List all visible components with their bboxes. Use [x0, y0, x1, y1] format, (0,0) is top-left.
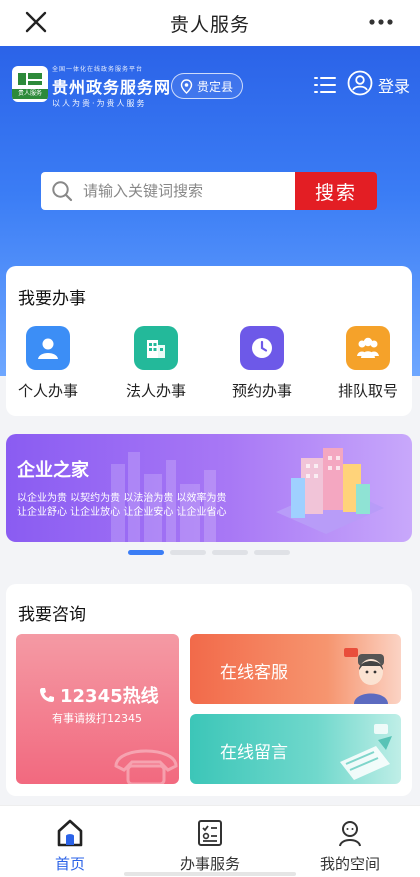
checklist-icon: [198, 820, 222, 846]
service-queue-number[interactable]: 排队取号: [328, 326, 408, 401]
group-icon: [346, 326, 390, 370]
hotline-subtitle: 有事请拨打12345: [52, 712, 142, 725]
site-logo: 贵人服务: [12, 66, 48, 102]
search-button[interactable]: 搜索: [295, 172, 377, 210]
location-label: 贵定县: [197, 79, 234, 94]
page-title: 贵人服务: [169, 13, 250, 36]
more-icon[interactable]: [368, 13, 394, 31]
online-service-card[interactable]: 在线客服: [190, 634, 401, 704]
online-service-label: 在线客服: [220, 663, 288, 683]
tab-services[interactable]: 办事服务: [140, 806, 280, 877]
clock-icon: [240, 326, 284, 370]
search-input[interactable]: [81, 181, 271, 201]
services-title: 我要办事: [18, 289, 86, 309]
search-field[interactable]: [41, 172, 295, 210]
login-button[interactable]: 登录: [378, 73, 410, 97]
services-card: 我要办事 个人办事 法人办事 预约办事 排队取号: [6, 266, 412, 416]
home-indicator: [124, 872, 296, 876]
telephone-graphic: [114, 749, 178, 784]
hotline-card[interactable]: 12345热线 有事请拨打12345: [16, 634, 179, 784]
location-selector[interactable]: 贵定县: [171, 73, 243, 99]
online-message-card[interactable]: 在线留言: [190, 714, 401, 784]
customer-service-avatar: [344, 648, 388, 704]
message-graphic: [340, 724, 392, 780]
phone-icon: [40, 688, 54, 702]
close-icon[interactable]: [22, 8, 50, 36]
service-legal-person[interactable]: 法人办事: [116, 326, 196, 401]
location-pin-icon: [180, 78, 193, 94]
person-icon: [26, 326, 70, 370]
page-dot[interactable]: [212, 550, 248, 555]
search-icon: [52, 181, 73, 202]
page-dot[interactable]: [170, 550, 206, 555]
service-appointment[interactable]: 预约办事: [222, 326, 302, 401]
consult-card: 我要咨询 12345热线 有事请拨打12345 在线客服 在线留言: [6, 584, 412, 796]
search-bar: 搜索: [41, 172, 377, 210]
title-bar: 贵人服务: [0, 0, 420, 46]
page-dot-active[interactable]: [128, 550, 164, 555]
banner-pagination: [128, 550, 290, 555]
site-brand: 全国一体化在线政务服务平台 贵州政务服务网 以人为贵·为贵人服务: [52, 66, 172, 108]
tab-my-space[interactable]: 我的空间: [280, 806, 420, 877]
banner-title: 企业之家: [17, 460, 89, 481]
city-buildings-graphic: [111, 448, 384, 542]
bottom-tab-bar: 首页 办事服务 我的空间: [0, 805, 420, 877]
user-icon[interactable]: [347, 70, 373, 96]
banner-subtitle: 以企业为贵 以契约为贵 以法治为贵 以效率为贵 让企业舒心 让企业放心 让企业安…: [17, 493, 227, 518]
consult-title: 我要咨询: [18, 605, 86, 625]
building-icon: [134, 326, 178, 370]
service-personal[interactable]: 个人办事: [8, 326, 88, 401]
menu-icon[interactable]: [313, 74, 337, 96]
tab-home[interactable]: 首页: [0, 806, 140, 877]
profile-icon: [339, 821, 361, 847]
online-message-label: 在线留言: [220, 743, 288, 763]
page-dot[interactable]: [254, 550, 290, 555]
hotline-label: 12345热线: [60, 686, 159, 707]
enterprise-banner[interactable]: 企业之家 以企业为贵 以契约为贵 以法治为贵 以效率为贵 让企业舒心 让企业放心…: [6, 434, 412, 542]
home-icon: [57, 819, 83, 847]
